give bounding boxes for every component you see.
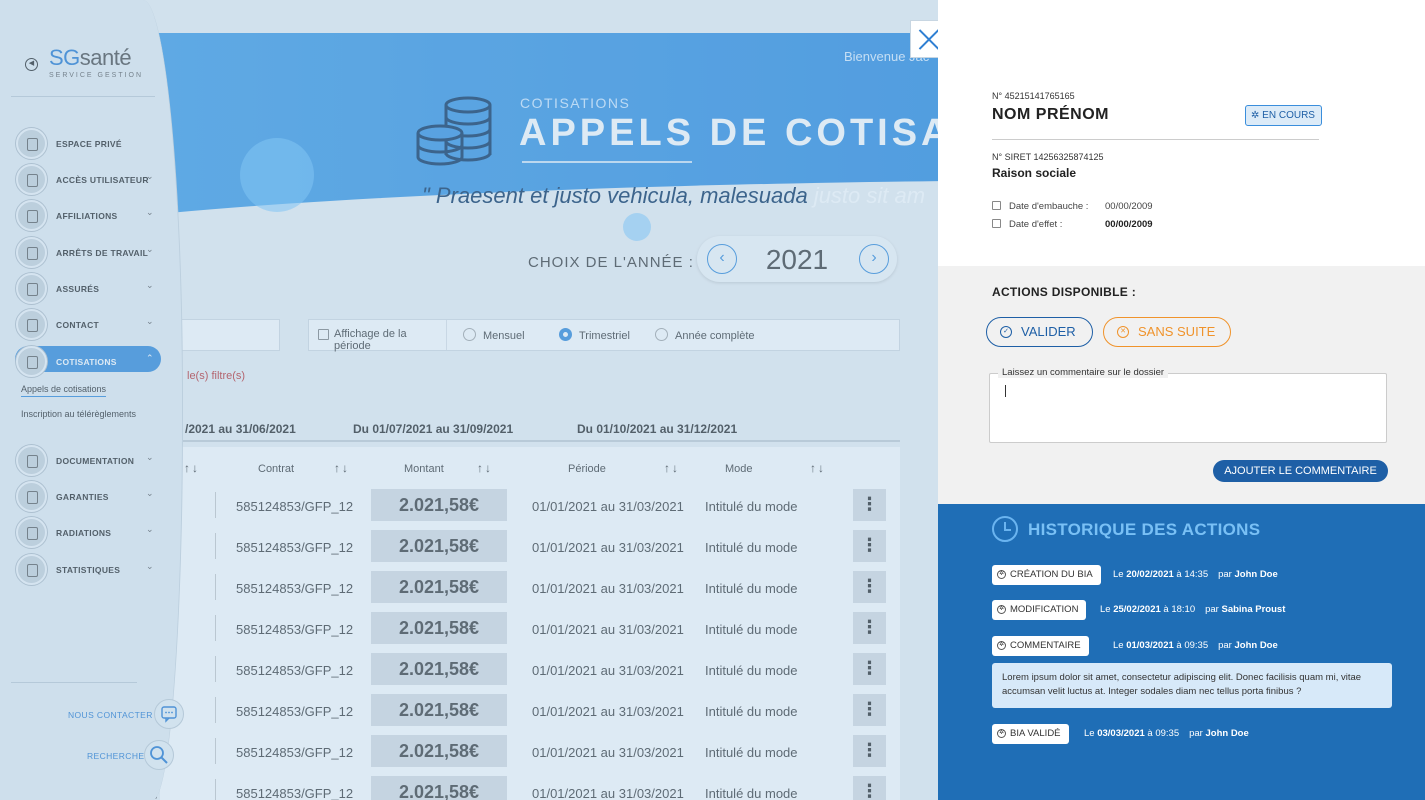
history-par: par (1218, 569, 1235, 580)
date-effet-label: Date d'effet : (1009, 219, 1063, 230)
history-le: Le (1113, 569, 1127, 580)
history-le: Le (1084, 728, 1098, 739)
siret-number: N° SIRET 14256325874125 (992, 152, 1104, 162)
validate-button[interactable]: ✓ VALIDER (986, 317, 1093, 347)
history-line: Le 03/03/2021 à 09:35 par John Doe (1084, 728, 1249, 739)
add-comment-button[interactable]: AJOUTER LE COMMENTAIRE (1213, 460, 1388, 482)
date-effet-row: Date d'effet : 00/00/2009 (992, 219, 1153, 230)
dismiss-label: SANS SUITE (1138, 324, 1216, 339)
history-tag-icon: ✲ (997, 570, 1006, 579)
history-date: 03/03/2021 (1097, 728, 1145, 739)
history-tag-label: COMMENTAIRE (1010, 640, 1081, 651)
history-date: 25/02/2021 (1113, 604, 1161, 615)
history-section: HISTORIQUE DES ACTIONS ✲ CRÉATION DU BIA L… (938, 504, 1425, 800)
check-circle-icon: ✓ (1000, 326, 1012, 338)
text-cursor (1005, 385, 1006, 397)
calendar-icon (992, 201, 1001, 210)
history-tag-icon: ✲ (997, 641, 1006, 650)
history-user: Sabina Proust (1221, 604, 1286, 615)
date-embauche-value: 00/00/2009 (1105, 201, 1153, 212)
history-time: à 09:35 (1144, 728, 1180, 739)
status-badge: ✲ EN COURS (1245, 105, 1322, 126)
date-embauche-row: Date d'embauche : 00/00/2009 (992, 201, 1153, 212)
history-par: par (1205, 604, 1222, 615)
history-comment: Lorem ipsum dolor sit amet, consectetur … (992, 663, 1392, 708)
actions-section: ACTIONS DISPONIBLE : ✓ VALIDER ✕ SANS SUIT… (938, 266, 1425, 504)
status-badge-text: EN COURS (1262, 110, 1315, 121)
person-name: NOM PRÉNOM (992, 106, 1109, 123)
history-date: 01/03/2021 (1126, 640, 1174, 651)
history-line: Le 20/02/2021 à 14:35 par John Doe (1113, 569, 1278, 580)
modal-backdrop[interactable] (0, 0, 938, 800)
validate-label: VALIDER (1021, 324, 1076, 339)
comment-textarea[interactable] (989, 373, 1387, 443)
history-time: à 18:10 (1160, 604, 1196, 615)
history-le: Le (1100, 604, 1114, 615)
actions-title: ACTIONS DISPONIBLE : (992, 285, 1137, 299)
history-tag-label: CRÉATION DU BIA (1010, 569, 1093, 580)
history-line: Le 01/03/2021 à 09:35 par John Doe (1113, 640, 1278, 651)
history-tag: ✲ CRÉATION DU BIA (992, 565, 1101, 585)
dismiss-button[interactable]: ✕ SANS SUITE (1103, 317, 1231, 347)
history-time: à 14:35 (1173, 569, 1209, 580)
date-effet-value: 00/00/2009 (1105, 219, 1153, 230)
raison-sociale: Raison sociale (992, 166, 1077, 180)
history-tag-label: BIA VALIDÉ (1010, 728, 1061, 739)
history-tag-label: MODIFICATION (1010, 604, 1079, 615)
divider (992, 139, 1319, 140)
history-par: par (1189, 728, 1206, 739)
history-line: Le 25/02/2021 à 18:10 par Sabina Proust (1100, 604, 1285, 615)
dossier-number: N° 45215141765165 (992, 91, 1075, 101)
history-le: Le (1113, 640, 1127, 651)
history-par: par (1218, 640, 1235, 651)
panel-header: N° 45215141765165 NOM PRÉNOM ✲ EN COURS … (938, 0, 1425, 266)
history-title: HISTORIQUE DES ACTIONS (1028, 520, 1261, 539)
history-user: John Doe (1234, 640, 1278, 651)
history-tag-icon: ✲ (997, 605, 1006, 614)
history-icon (992, 516, 1018, 542)
history-tag: ✲ BIA VALIDÉ (992, 724, 1069, 744)
history-user: John Doe (1234, 569, 1278, 580)
close-circle-icon: ✕ (1117, 326, 1129, 338)
history-tag: ✲ COMMENTAIRE (992, 636, 1089, 656)
history-tag: ✲ MODIFICATION (992, 600, 1087, 620)
date-embauche-label: Date d'embauche : (1009, 201, 1089, 212)
gear-icon: ✲ (1251, 110, 1263, 121)
history-date: 20/02/2021 (1126, 569, 1174, 580)
history-time: à 09:35 (1173, 640, 1209, 651)
history-user: John Doe (1205, 728, 1249, 739)
detail-panel: N° 45215141765165 NOM PRÉNOM ✲ EN COURS … (938, 0, 1425, 800)
history-tag-icon: ✲ (997, 729, 1006, 738)
calendar-check-icon (992, 219, 1001, 228)
comment-label: Laissez un commentaire sur le dossier (998, 367, 1169, 378)
